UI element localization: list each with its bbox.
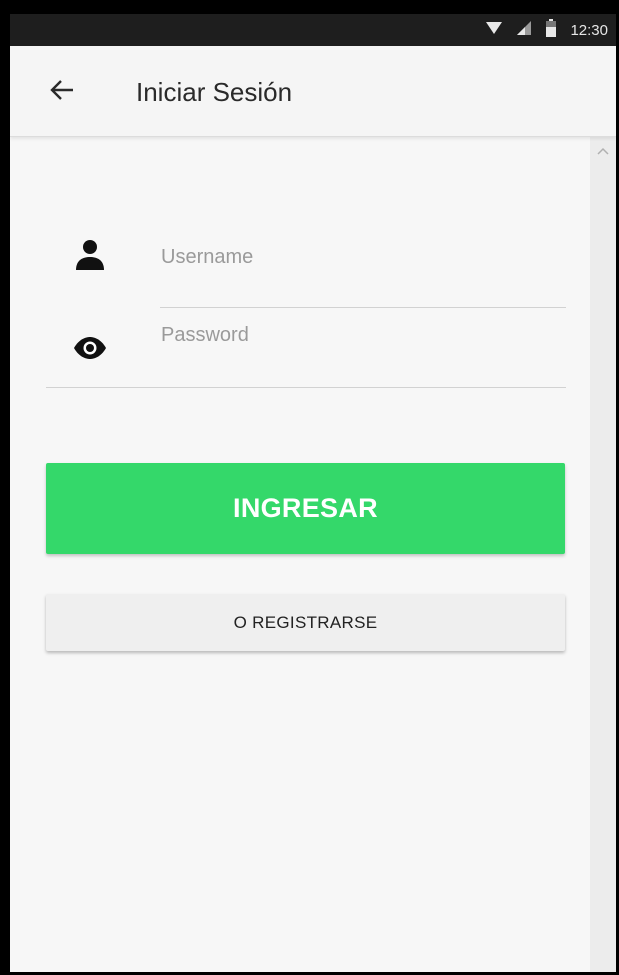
back-button[interactable] <box>44 74 80 110</box>
arrow-left-icon <box>49 79 75 106</box>
eye-icon <box>70 328 110 368</box>
signal-icon <box>516 20 532 41</box>
battery-icon <box>546 18 557 42</box>
username-underline <box>160 307 566 308</box>
app-screen: 12:30 Iniciar Sesión Username INGRESAR O… <box>10 14 616 972</box>
register-button[interactable]: O REGISTRARSE <box>46 594 565 651</box>
person-icon <box>70 235 110 275</box>
scrollbar[interactable] <box>590 137 616 972</box>
password-underline <box>46 387 566 388</box>
status-bar: 12:30 <box>10 14 616 46</box>
status-time: 12:30 <box>570 21 608 39</box>
login-form: INGRESAR O REGISTRARSE <box>10 137 590 972</box>
status-icons: 12:30 <box>486 18 608 42</box>
device-frame: 12:30 Iniciar Sesión Username INGRESAR O… <box>0 0 619 975</box>
page-title: Iniciar Sesión <box>136 77 293 107</box>
wifi-icon <box>486 21 503 40</box>
password-input[interactable] <box>161 321 561 349</box>
app-bar: Iniciar Sesión <box>10 46 616 137</box>
login-button[interactable]: INGRESAR <box>46 463 565 554</box>
chevron-up-icon[interactable] <box>590 141 616 161</box>
username-input[interactable] <box>161 243 561 271</box>
